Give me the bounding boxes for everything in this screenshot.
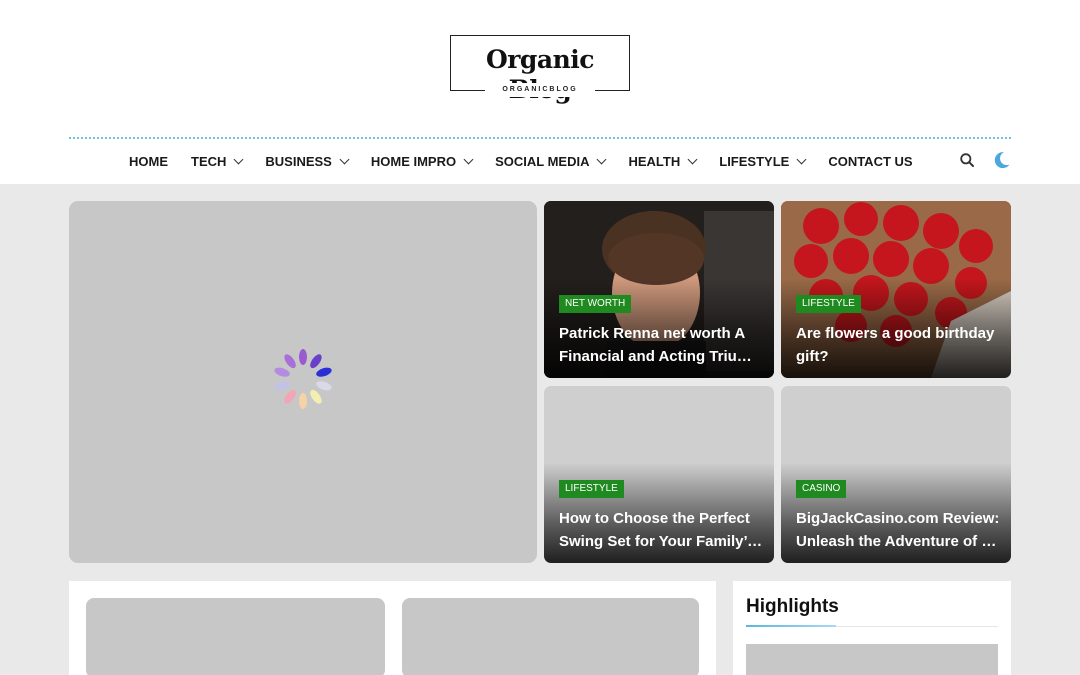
site-header: Organic Blog ORGANICBLOG HOME TECH BUSIN… [0, 0, 1080, 184]
chevron-down-icon [463, 154, 474, 164]
loading-spinner-icon [274, 349, 332, 409]
nav-item-home-impro[interactable]: HOME IMPRO [371, 154, 474, 169]
nav-item-tech[interactable]: TECH [191, 154, 244, 169]
nav-item-lifestyle[interactable]: LIFESTYLE [719, 154, 807, 169]
nav-item-social-media[interactable]: SOCIAL MEDIA [495, 154, 607, 169]
sidebar-divider-accent [746, 625, 836, 627]
featured-title[interactable]: Are flowers a good birthday gift? [796, 322, 1001, 368]
nav-item-contact-us[interactable]: CONTACT US [828, 154, 912, 169]
chevron-down-icon [796, 154, 807, 164]
featured-card-patrick-renna[interactable]: NET WORTH Patrick Renna net worth A Fina… [544, 201, 774, 378]
featured-card-swing-set[interactable]: LIFESTYLE How to Choose the Perfect Swin… [544, 386, 774, 563]
featured-title[interactable]: BigJackCasino.com Review: Unleash the Ad… [796, 507, 1001, 553]
post-grid [69, 581, 716, 675]
sidebar-title: Highlights [746, 596, 839, 617]
category-badge[interactable]: LIFESTYLE [796, 295, 861, 313]
category-badge[interactable]: LIFESTYLE [559, 480, 624, 498]
featured-title[interactable]: Patrick Renna net worth A Financial and … [559, 322, 764, 368]
featured-card-flowers[interactable]: LIFESTYLE Are flowers a good birthday gi… [781, 201, 1011, 378]
nav-divider [69, 137, 1011, 139]
nav-item-home[interactable]: HOME [129, 154, 168, 169]
main-nav: HOME TECH BUSINESS HOME IMPRO SOCIAL MED… [129, 148, 936, 174]
post-thumbnail-placeholder[interactable] [402, 598, 699, 675]
chevron-down-icon [339, 154, 350, 164]
search-icon[interactable] [960, 153, 974, 167]
category-badge[interactable]: CASINO [796, 480, 847, 498]
logo-subtitle: ORGANICBLOG [485, 83, 595, 97]
nav-item-health[interactable]: HEALTH [628, 154, 698, 169]
post-thumbnail-placeholder[interactable] [86, 598, 385, 675]
chevron-down-icon [597, 154, 607, 164]
category-badge[interactable]: NET WORTH [559, 295, 632, 313]
site-logo[interactable]: Organic Blog ORGANICBLOG [450, 35, 630, 104]
chevron-down-icon [687, 154, 698, 164]
moon-icon[interactable] [994, 151, 1010, 169]
highlight-thumbnail-placeholder[interactable] [746, 644, 998, 675]
hero-slider[interactable] [69, 201, 537, 563]
featured-title[interactable]: How to Choose the Perfect Swing Set for … [559, 507, 764, 553]
sidebar-highlights: Highlights [733, 581, 1011, 675]
nav-item-business[interactable]: BUSINESS [265, 154, 350, 169]
chevron-down-icon [233, 154, 244, 164]
featured-card-bigjackcasino[interactable]: CASINO BigJackCasino.com Review: Unleash… [781, 386, 1011, 563]
